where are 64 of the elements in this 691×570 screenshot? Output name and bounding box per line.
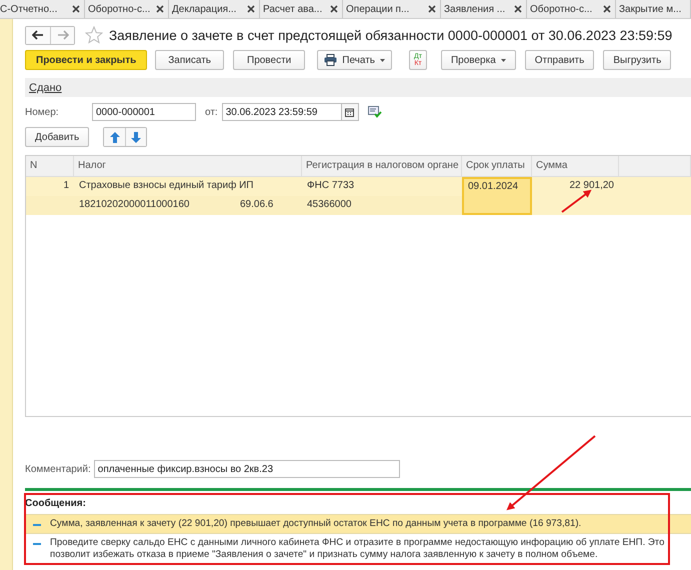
caret-icon — [380, 58, 386, 62]
table-cell: 1 — [26, 177, 74, 196]
column-header[interactable]: Налог — [74, 156, 302, 177]
table-cell — [619, 177, 691, 215]
calendar-button[interactable] — [342, 103, 359, 121]
table-cell[interactable]: 09.01.2024 — [462, 177, 532, 215]
document-tab[interactable]: Закрытие м... — [616, 0, 691, 18]
close-icon[interactable] — [156, 5, 164, 13]
date-field[interactable]: 30.06.2023 23:59:59 — [222, 103, 342, 121]
check-button[interactable]: Проверка — [440, 50, 516, 70]
date-label: от: — [205, 106, 218, 118]
number-label: Номер: — [25, 106, 60, 118]
toolbar-button[interactable]: Отправить — [524, 50, 594, 70]
table-cell: 22 901,20 — [532, 177, 619, 215]
table-cell: 69.06.6 — [235, 196, 302, 215]
document-tab[interactable]: Декларация... — [169, 0, 260, 18]
messages-title: Сообщения: — [25, 498, 87, 511]
toolbar-button[interactable]: Провести — [233, 50, 306, 70]
table-cell: 45366000 — [302, 196, 462, 215]
close-icon[interactable] — [330, 5, 338, 13]
close-icon[interactable] — [514, 5, 522, 13]
toolbar-button[interactable]: Записать — [155, 50, 224, 70]
post-and-close-button[interactable]: Провести и закрыть — [25, 50, 148, 70]
message-item[interactable]: Проведите сверку сальдо ЕНС с данными личного кабинета ФНС и отразите в программе недостающую инфорацию об уплате ЕНП. Это позволит избежать отказа в приеме "Заявления о зачете" и признать сумму налога заявленную к зачету в полном объеме. — [25, 534, 691, 564]
status-link[interactable]: Сдано — [29, 82, 62, 94]
move-down-button[interactable] — [125, 128, 146, 146]
annotation-arrow — [561, 190, 592, 213]
column-header[interactable]: Срок уплаты — [462, 156, 532, 177]
document-tab[interactable]: Операции п... — [343, 0, 441, 18]
move-up-button[interactable] — [104, 128, 126, 146]
table-cell: 18210202000011000160 — [74, 196, 235, 215]
caret-icon — [500, 58, 506, 62]
calendar-icon — [345, 108, 354, 116]
column-header[interactable]: N — [26, 156, 74, 177]
column-header[interactable]: Сумма — [532, 156, 619, 177]
comment-label: Комментарий: — [25, 464, 91, 474]
table-cell: ФНС 7733 — [302, 177, 462, 196]
document-tab[interactable]: Расчет ава... — [260, 0, 343, 18]
back-button[interactable] — [26, 26, 50, 44]
column-header[interactable]: Регистрация в налоговом органе — [302, 156, 462, 177]
close-icon[interactable] — [72, 5, 80, 13]
print-button[interactable]: Печать — [317, 50, 392, 70]
document-tab[interactable]: Оборотно-с... — [85, 0, 169, 18]
document-tab[interactable]: Заявления ... — [441, 0, 527, 18]
star-icon[interactable] — [85, 26, 103, 44]
document-check-icon[interactable] — [368, 106, 382, 118]
up-arrow-icon — [110, 132, 120, 142]
window-title: Заявление о зачете в счет предстоящей обязанности 0000-000001 от 30.06.2023 23:59:59 — [109, 28, 672, 42]
table-cell — [26, 196, 74, 215]
document-tab[interactable]: Оборотно-с... — [527, 0, 616, 18]
message-item[interactable]: Сумма, заявленная к зачету (22 901,20) превышает доступный остаток ЕНС по данным учета в программе (16 973,81). — [25, 514, 691, 534]
close-icon[interactable] — [603, 5, 611, 13]
add-button[interactable]: Добавить — [25, 127, 90, 147]
printer-icon — [324, 54, 338, 66]
right-arrow-icon — [56, 30, 68, 40]
comment-field[interactable]: оплаченные фиксир.взносы во 2кв.23 — [94, 460, 400, 478]
down-arrow-icon — [131, 132, 142, 142]
table-cell: Страховые взносы единый тариф ИП — [74, 177, 302, 196]
toolbar-button[interactable]: Выгрузить — [603, 50, 672, 70]
document-tab[interactable]: С-Отчетно... — [0, 0, 85, 18]
number-field[interactable]: 0000-000001 — [92, 103, 196, 121]
close-icon[interactable] — [247, 5, 255, 13]
close-icon[interactable] — [428, 5, 436, 13]
left-arrow-icon — [32, 30, 44, 40]
